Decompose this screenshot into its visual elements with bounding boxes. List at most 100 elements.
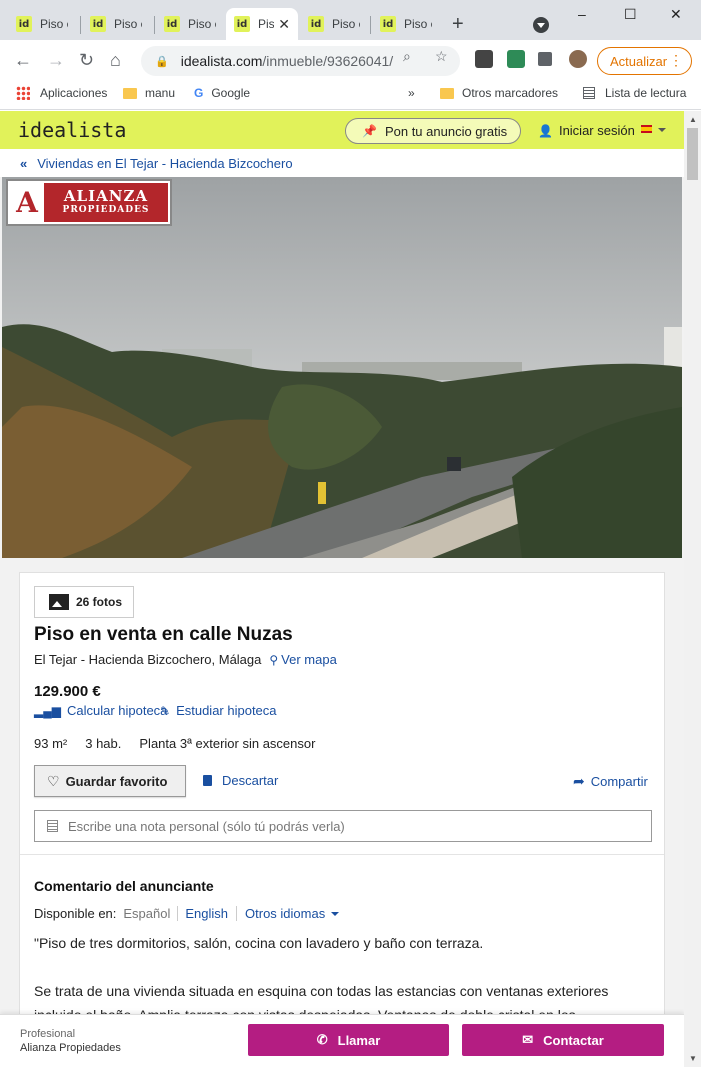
post-ad-label: Pon tu anuncio gratis (384, 123, 508, 139)
bookmark-apps[interactable]: Aplicaciones (16, 86, 107, 100)
breadcrumb[interactable]: « Viviendas en El Tejar - Hacienda Bizco… (0, 149, 684, 177)
section-divider (20, 854, 664, 855)
star-bookmark-icon[interactable]: ☆ (435, 48, 448, 65)
login-button[interactable]: 👤 Iniciar sesión (538, 123, 635, 138)
extension-icon[interactable] (507, 50, 525, 68)
browser-toolbar: ← → ↻ ⌂ 🔒 idealista.com/inmueble/9362604… (0, 40, 701, 80)
heart-icon: ♡ (47, 772, 60, 789)
bookmark-label: Lista de lectura (605, 86, 687, 100)
photos-count: 26 fotos (76, 595, 123, 609)
idealista-favicon-icon: id (380, 16, 396, 32)
other-languages-dropdown[interactable]: Otros idiomas (237, 906, 340, 921)
calculate-mortgage-link[interactable]: ▂▄▆ Calcular hipoteca (34, 703, 167, 718)
browser-tab[interactable]: id Piso e (156, 8, 226, 40)
update-button[interactable]: Actualizar ⋮ (597, 47, 692, 75)
tab-search-icon[interactable] (533, 17, 549, 33)
user-icon: 👤 (538, 123, 553, 138)
bookmark-google[interactable]: G Google (194, 86, 250, 100)
location-text: El Tejar - Hacienda Bizcochero, Málaga (34, 652, 262, 667)
new-tab-button[interactable]: + (452, 13, 464, 36)
idealista-favicon-icon: id (16, 16, 32, 32)
back-arrow-icon[interactable]: ← (14, 50, 32, 70)
profile-avatar[interactable] (569, 50, 587, 68)
study-mortgage-label: Estudiar hipoteca (176, 703, 277, 718)
spain-flag-icon[interactable] (641, 125, 652, 133)
idealista-favicon-icon: id (308, 16, 324, 32)
map-pin-icon: ⚲ (269, 652, 279, 667)
main-photo[interactable]: A ALIANZA PROPIEDADES (2, 177, 682, 558)
idealista-logo[interactable]: idealista (18, 118, 126, 142)
scroll-up-icon[interactable]: ▲ (689, 115, 697, 124)
study-mortgage-link[interactable]: ✎ Estudiar hipoteca (160, 703, 277, 718)
home-icon[interactable]: ⌂ (110, 50, 121, 70)
save-favorite-button[interactable]: ♡ Guardar favorito (34, 765, 186, 797)
bookmark-manu[interactable]: manu (123, 86, 175, 100)
scroll-down-icon[interactable]: ▼ (689, 1054, 697, 1063)
minimize-button[interactable]: – (578, 6, 586, 22)
feature-rooms: 3 hab. (85, 736, 122, 751)
breadcrumb-label: Viviendas en El Tejar - Hacienda Bizcoch… (37, 155, 293, 171)
site-header: idealista 📌 Pon tu anuncio gratis 👤 Inic… (0, 111, 684, 149)
address-bar[interactable]: 🔒 idealista.com/inmueble/93626041/ (141, 46, 460, 76)
pin-icon: 📌 (362, 124, 377, 138)
photos-button[interactable]: 26 fotos (34, 586, 134, 618)
bookmark-others[interactable]: Otros marcadores (440, 86, 558, 100)
page-viewport: idealista 📌 Pon tu anuncio gratis 👤 Inic… (0, 111, 684, 1067)
puzzle-extensions-icon[interactable] (538, 52, 552, 66)
maximize-button[interactable]: ☐ (624, 6, 637, 23)
save-favorite-label: Guardar favorito (65, 773, 168, 789)
extension-icon[interactable] (475, 50, 493, 68)
lock-icon[interactable]: 🔒 (155, 55, 169, 68)
bookmark-label: Google (211, 86, 251, 100)
folder-icon (440, 87, 454, 99)
tab-title: Piso e (114, 17, 142, 31)
contact-bar: Profesional Alianza Propiedades ✆ Llamar… (0, 1014, 684, 1067)
share-arrow-icon: ➦ (573, 773, 585, 789)
close-window-button[interactable]: ✕ (670, 6, 682, 23)
search-icon[interactable]: ⌕ (403, 48, 411, 65)
share-label: Compartir (590, 774, 648, 789)
available-in-label: Disponible en: (34, 906, 117, 921)
advertiser-name: Alianza Propiedades (20, 1042, 121, 1054)
browser-tab[interactable]: id Piso e (300, 8, 370, 40)
browser-tab[interactable]: id Piso e (8, 8, 78, 40)
scrollbar-thumb[interactable] (687, 128, 698, 180)
double-chevron-left-icon: « (20, 155, 28, 171)
trash-icon (203, 775, 212, 786)
tab-title: Piso e (404, 17, 432, 31)
advertiser-type: Profesional (20, 1028, 76, 1040)
tab-title: Pis (258, 17, 274, 31)
reload-icon[interactable]: ↻ (79, 50, 94, 70)
discard-button[interactable]: Descartar (203, 773, 278, 788)
tab-strip: id Piso e id Piso e id Piso e id Pis ✕ i… (0, 0, 701, 40)
call-label: Llamar (337, 1032, 381, 1048)
chevron-down-icon[interactable] (658, 128, 666, 132)
bookmarks-overflow-button[interactable]: » (408, 86, 415, 100)
call-button[interactable]: ✆ Llamar (248, 1024, 449, 1056)
agency-logo-mark: A (10, 183, 44, 222)
idealista-favicon-icon: id (164, 16, 180, 32)
phone-icon: ✆ (316, 1032, 328, 1047)
share-button[interactable]: ➦ Compartir (573, 773, 648, 790)
close-tab-icon[interactable]: ✕ (278, 16, 290, 33)
forward-arrow-icon[interactable]: → (47, 50, 65, 70)
personal-note-input[interactable]: Escribe una nota personal (sólo tú podrá… (34, 810, 652, 842)
language-english-link[interactable]: English (178, 906, 238, 921)
tab-title: Piso e (332, 17, 360, 31)
street-photo (2, 177, 682, 558)
contact-button[interactable]: ✉ Contactar (462, 1024, 664, 1056)
listing-features: 93 m² 3 hab. Planta 3ª exterior sin asce… (34, 736, 333, 751)
browser-tab[interactable]: id Piso e (372, 8, 442, 40)
agency-logo: A ALIANZA PROPIEDADES (6, 179, 172, 226)
page-scrollbar[interactable]: ▲ ▼ (684, 111, 701, 1067)
browser-tab-active[interactable]: id Pis ✕ (226, 8, 298, 40)
tab-separator (370, 16, 371, 34)
idealista-favicon-icon: id (90, 16, 106, 32)
view-map-link[interactable]: ⚲ Ver mapa (269, 652, 336, 667)
browser-tab[interactable]: id Piso e (82, 8, 152, 40)
contact-label: Contactar (543, 1032, 604, 1048)
comment-paragraph: "Piso de tres dormitorios, salón, cocina… (34, 935, 484, 951)
reading-list[interactable]: Lista de lectura (583, 86, 686, 100)
post-ad-button[interactable]: 📌 Pon tu anuncio gratis (345, 118, 521, 144)
tab-separator (154, 16, 155, 34)
